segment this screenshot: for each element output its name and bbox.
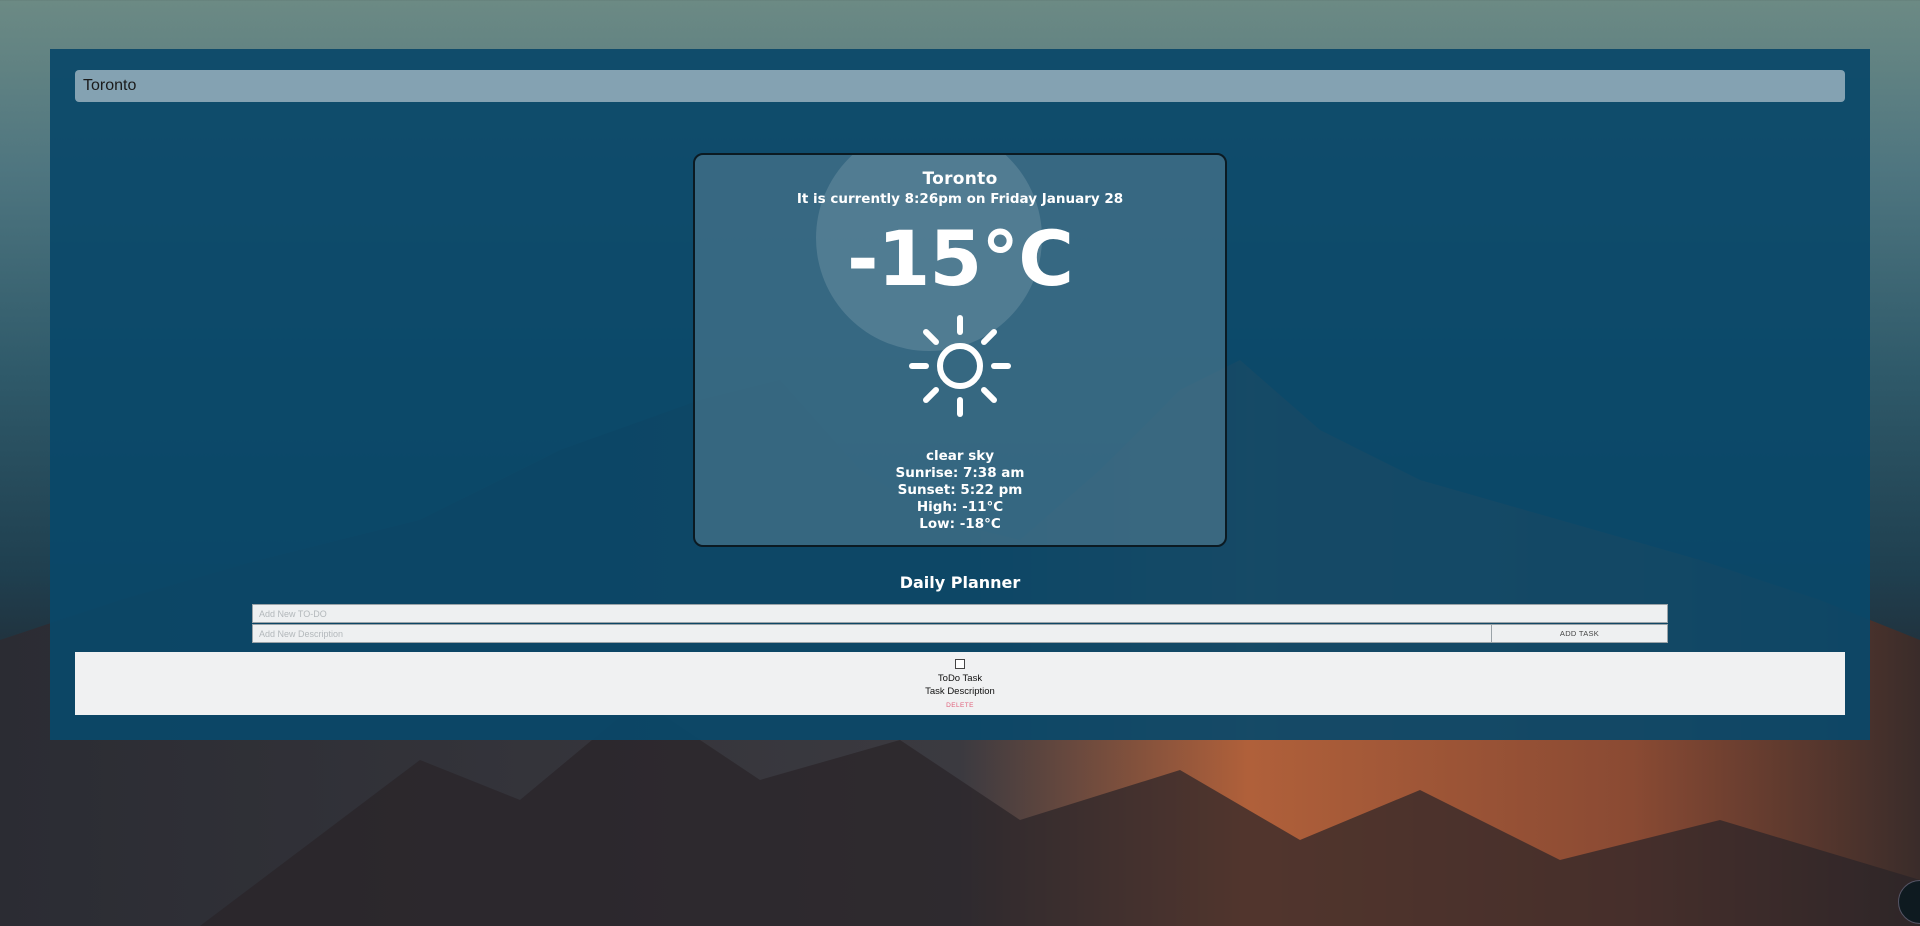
new-description-input[interactable] [252,624,1540,643]
task-title: ToDo Task [937,673,983,684]
weather-card: Toronto It is currently 8:26pm on Friday… [693,153,1227,547]
sunset-time: Sunset: 5:22 pm [897,482,1023,498]
delete-task-button[interactable]: DELETE [935,700,985,710]
task-item: ToDo Task Task Description DELETE [75,652,1845,715]
task-description: Task Description [925,686,995,697]
weather-city: Toronto [922,169,998,189]
add-task-button[interactable]: ADD TASK [1491,624,1668,643]
main-panel: Toronto It is currently 8:26pm on Friday… [50,49,1870,740]
task-checkbox[interactable] [955,659,965,669]
weather-description: clear sky [925,448,995,464]
high-temperature: High: -11°C [916,499,1004,515]
low-temperature: Low: -18°C [919,516,1001,532]
temperature: -15°C [846,214,1074,303]
weather-details: clear sky Sunrise: 7:38 am Sunset: 5:22 … [695,448,1225,533]
sun-icon [909,315,1011,417]
planner-title: Daily Planner [899,573,1021,592]
current-time-text: It is currently 8:26pm on Friday January… [796,191,1124,207]
new-todo-input[interactable] [252,604,1668,623]
city-search-input[interactable] [75,70,1845,102]
sunrise-time: Sunrise: 7:38 am [895,465,1025,481]
